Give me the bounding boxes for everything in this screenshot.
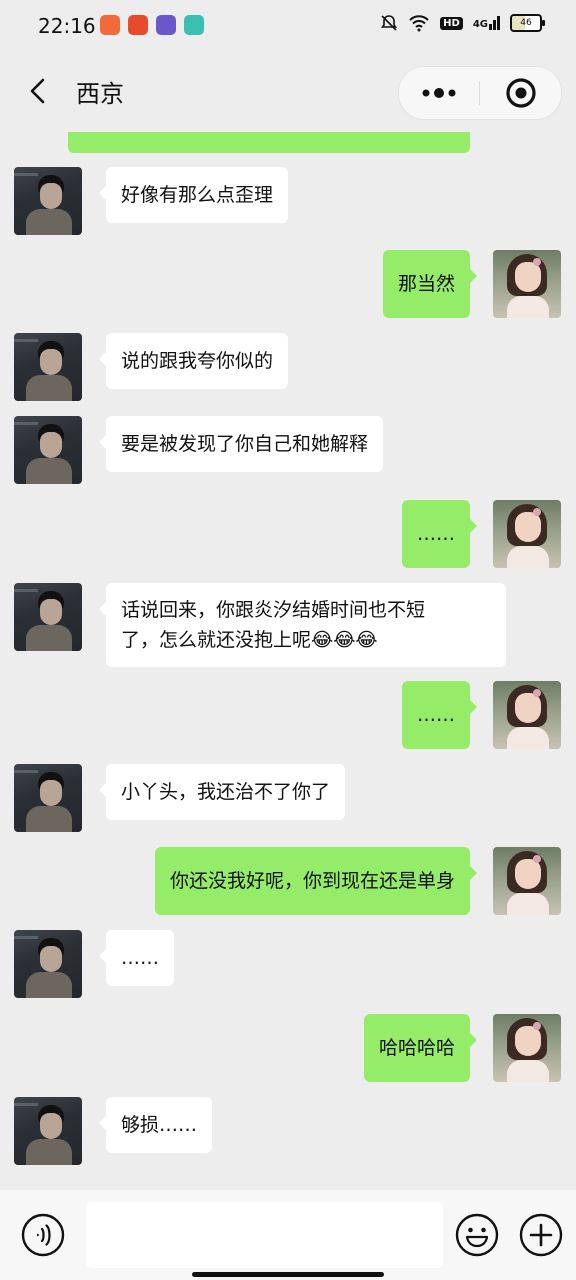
wifi-icon — [409, 15, 429, 32]
contact-avatar[interactable] — [14, 416, 82, 484]
message-text: …… — [417, 523, 455, 545]
record-target-button[interactable] — [481, 67, 561, 119]
message-text: 你还没我好呢，你到现在还是单身 — [169, 870, 455, 892]
message-text-line: 了，怎么就还没抱上呢😂😂😂 — [121, 629, 378, 651]
app-notification-icon — [184, 15, 204, 35]
message-row: …… — [0, 681, 576, 749]
message-row: 哈哈哈哈 — [0, 1014, 576, 1082]
message-bubble[interactable]: 你还没我好呢，你到现在还是单身 — [154, 847, 478, 915]
mute-bell-icon — [381, 15, 398, 31]
chat-header: 西京 — [0, 52, 576, 132]
message-text: 够损…… — [121, 1114, 198, 1136]
message-bubble[interactable]: …… — [402, 681, 477, 749]
message-row: 那当然 — [0, 250, 576, 318]
app-notification-icon — [156, 15, 176, 35]
message-text: 哈哈哈哈 — [378, 1037, 455, 1059]
self-avatar[interactable] — [493, 1014, 561, 1082]
message-text: 好像有那么点歪理 — [121, 184, 274, 206]
self-avatar[interactable] — [493, 847, 561, 915]
contact-avatar[interactable] — [14, 167, 82, 235]
message-bubble[interactable]: 哈哈哈哈 — [363, 1014, 478, 1082]
chat-title: 西京 — [76, 80, 124, 108]
miniapp-capsule — [398, 66, 562, 120]
message-row: 要是被发现了你自己和她解释 — [0, 416, 576, 484]
message-list[interactable]: 好像有那么点歪理 那当然 说的跟我夸你似的 要是被发现了你自己和她解释 …… 话… — [0, 132, 576, 1190]
message-row: 好像有那么点歪理 — [0, 167, 576, 235]
status-indicators: HD 4G 46 — [380, 14, 545, 32]
message-bubble[interactable]: 那当然 — [382, 250, 478, 318]
message-row: 你还没我好呢，你到现在还是单身 — [0, 847, 576, 915]
message-bubble[interactable]: 够损…… — [98, 1097, 213, 1153]
message-text: …… — [121, 947, 159, 969]
message-text: 小丫头，我还治不了你了 — [121, 781, 331, 803]
status-time: 22:16 — [38, 14, 96, 38]
contact-avatar[interactable] — [14, 764, 82, 832]
message-text: 那当然 — [397, 273, 455, 295]
contact-avatar[interactable] — [14, 1097, 82, 1165]
app-notification-icon — [100, 15, 120, 35]
input-bar — [0, 1190, 576, 1280]
notification-app-icons — [100, 15, 204, 35]
message-bubble[interactable]: 好像有那么点歪理 — [98, 167, 289, 223]
message-text: 说的跟我夸你似的 — [121, 350, 274, 372]
self-avatar[interactable] — [493, 681, 561, 749]
message-text-line: 话说回来，你跟炎汐结婚时间也不短 — [121, 599, 426, 621]
self-avatar[interactable] — [493, 250, 561, 318]
contact-avatar[interactable] — [14, 333, 82, 401]
message-row: 说的跟我夸你似的 — [0, 333, 576, 401]
message-row: …… — [0, 930, 576, 998]
home-indicator[interactable] — [192, 1272, 384, 1277]
contact-avatar[interactable] — [14, 930, 82, 998]
signal-icon: 4G — [473, 16, 500, 30]
status-bar: 22:16 HD 4G 46 — [0, 0, 576, 52]
message-bubble[interactable]: 说的跟我夸你似的 — [98, 333, 289, 389]
battery-icon: 46 — [510, 14, 545, 32]
hd-badge: HD — [440, 16, 463, 30]
plus-icon[interactable] — [518, 1212, 564, 1258]
self-avatar[interactable] — [493, 500, 561, 568]
message-input[interactable] — [86, 1202, 443, 1268]
contact-avatar[interactable] — [14, 583, 82, 651]
message-text: 要是被发现了你自己和她解释 — [121, 433, 369, 455]
message-row: 话说回来，你跟炎汐结婚时间也不短 了，怎么就还没抱上呢😂😂😂 — [0, 583, 576, 667]
back-arrow-icon[interactable] — [24, 76, 54, 106]
more-button[interactable] — [399, 67, 479, 119]
message-bubble[interactable]: …… — [99, 930, 174, 986]
message-row: 小丫头，我还治不了你了 — [0, 764, 576, 832]
capsule-divider — [479, 81, 480, 105]
network-type: 4G — [472, 19, 488, 30]
message-text: …… — [417, 704, 455, 726]
message-row: …… — [0, 500, 576, 568]
partial-message-bubble[interactable] — [68, 132, 470, 153]
message-bubble[interactable]: 要是被发现了你自己和她解释 — [98, 416, 384, 472]
voice-icon[interactable] — [20, 1212, 66, 1258]
record-target-icon — [506, 78, 536, 108]
more-icon — [422, 88, 456, 98]
message-bubble[interactable]: 话说回来，你跟炎汐结婚时间也不短 了，怎么就还没抱上呢😂😂😂 — [99, 583, 506, 667]
message-bubble[interactable]: …… — [402, 500, 477, 568]
message-row: 够损…… — [0, 1097, 576, 1165]
emoji-icon[interactable] — [454, 1212, 500, 1258]
message-bubble[interactable]: 小丫头，我还治不了你了 — [98, 764, 346, 820]
app-notification-icon — [128, 15, 148, 35]
